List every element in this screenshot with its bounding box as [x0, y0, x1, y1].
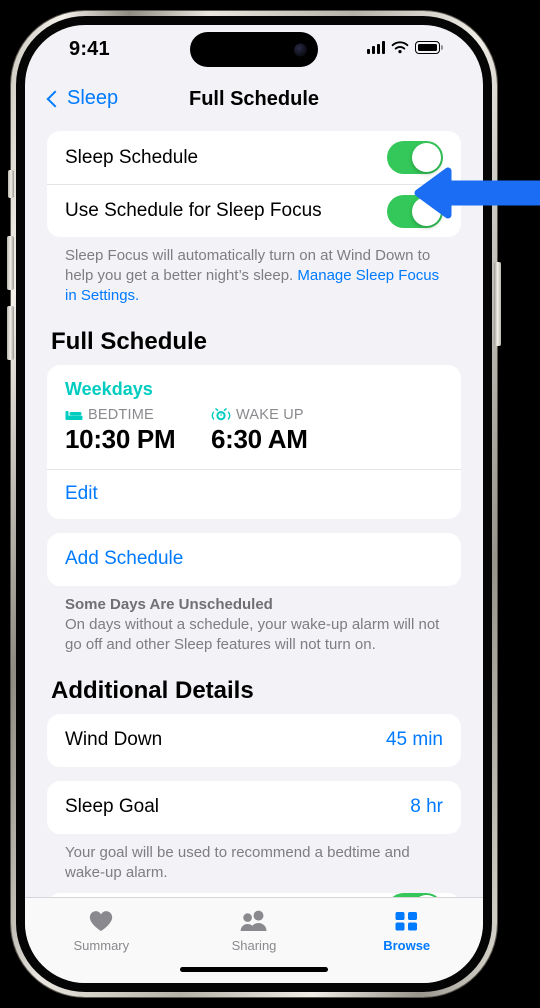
sleep-goal-footnote: Your goal will be used to recommend a be…	[65, 843, 410, 881]
wakeup-label: WAKE UP	[236, 406, 304, 423]
power-button[interactable]	[494, 262, 501, 346]
add-schedule-row[interactable]: Add Schedule	[47, 533, 461, 586]
edit-schedule-row[interactable]: Edit	[47, 468, 461, 519]
wind-down-label: Wind Down	[65, 729, 163, 751]
sleep-goal-row[interactable]: Sleep Goal 8 hr	[47, 781, 461, 834]
tab-browse[interactable]: Browse	[330, 909, 483, 953]
tab-bar: Summary Sharing Browse	[25, 897, 483, 983]
navigation-bar: Sleep Full Schedule	[25, 79, 483, 131]
volume-up-button[interactable]	[7, 236, 14, 290]
bedtime-value: 10:30 PM	[65, 423, 176, 454]
settings-scroll-view[interactable]: Sleep Schedule Use Schedule for Sleep Fo…	[25, 131, 483, 897]
battery-full-icon	[415, 41, 440, 54]
add-schedule-label: Add Schedule	[65, 548, 184, 570]
tab-browse-label: Browse	[383, 938, 431, 953]
battery-tip-icon	[441, 45, 443, 50]
unscheduled-footnote-title: Some Days Are Unscheduled	[65, 595, 273, 613]
volume-down-button[interactable]	[7, 306, 14, 360]
use-schedule-focus-label: Use Schedule for Sleep Focus	[65, 200, 322, 221]
status-bar-time: 9:41	[69, 38, 110, 60]
wakeup-value: 6:30 AM	[211, 423, 308, 454]
wind-down-value: 45 min	[385, 729, 443, 751]
sleep-schedule-card: Sleep Schedule Use Schedule for Sleep Fo…	[47, 131, 461, 237]
row-sleep-schedule[interactable]: Sleep Schedule	[47, 131, 461, 184]
tab-summary-label: Summary	[73, 938, 130, 953]
additional-details-section-title: Additional Details	[51, 676, 254, 704]
edit-link: Edit	[65, 483, 98, 505]
cellular-bars-icon	[367, 41, 385, 54]
silent-switch[interactable]	[8, 170, 14, 198]
wind-down-card: Wind Down 45 min	[47, 713, 461, 767]
sleep-focus-footnote: Sleep Focus will automatically turn on a…	[47, 237, 461, 306]
screenshot-stage: 9:41 Sleep Full Schedule Sleep Schedule …	[0, 0, 540, 1008]
bedtime-column: BEDTIME 10:30 PM	[65, 407, 211, 455]
weekdays-schedule-card: Weekdays BEDTIME 10:30 PM WAKE UP 6:30 A…	[47, 364, 461, 519]
full-schedule-section-title: Full Schedule	[51, 327, 208, 355]
alarm-clock-icon	[211, 407, 231, 421]
left-arrow-annotation	[414, 167, 540, 219]
add-schedule-card: Add Schedule	[47, 532, 461, 586]
weekdays-schedule-summary[interactable]: Weekdays BEDTIME 10:30 PM WAKE UP 6:30 A…	[47, 365, 461, 469]
wakeup-column: WAKE UP 6:30 AM	[211, 407, 357, 455]
wifi-icon	[391, 41, 409, 54]
sleep-goal-value: 8 hr	[410, 796, 443, 818]
unscheduled-footnote-text: On days without a schedule, your wake-up…	[65, 615, 440, 653]
row-use-schedule-for-sleep-focus[interactable]: Use Schedule for Sleep Focus	[47, 184, 461, 237]
people-icon	[240, 910, 267, 931]
sleep-schedule-label: Sleep Schedule	[65, 146, 199, 168]
status-bar-indicators	[367, 41, 443, 54]
front-camera-icon	[294, 43, 307, 56]
dynamic-island	[190, 32, 318, 67]
tab-summary[interactable]: Summary	[25, 909, 178, 953]
sleep-goal-label: Sleep Goal	[65, 796, 160, 818]
weekdays-label: Weekdays	[65, 378, 153, 399]
tab-sharing-label: Sharing	[231, 938, 277, 953]
bedtime-label: BEDTIME	[88, 406, 154, 423]
unscheduled-footnote: Some Days Are Unscheduled On days withou…	[47, 586, 461, 655]
home-indicator[interactable]	[180, 967, 328, 972]
tab-sharing[interactable]: Sharing	[178, 909, 331, 953]
status-bar: 9:41	[25, 25, 483, 79]
bed-icon	[65, 410, 83, 420]
grid-icon	[395, 912, 418, 931]
page-title: Full Schedule	[188, 88, 320, 110]
heart-icon	[90, 911, 113, 931]
wind-down-row[interactable]: Wind Down 45 min	[47, 714, 461, 767]
sleep-goal-card: Sleep Goal 8 hr	[47, 780, 461, 834]
